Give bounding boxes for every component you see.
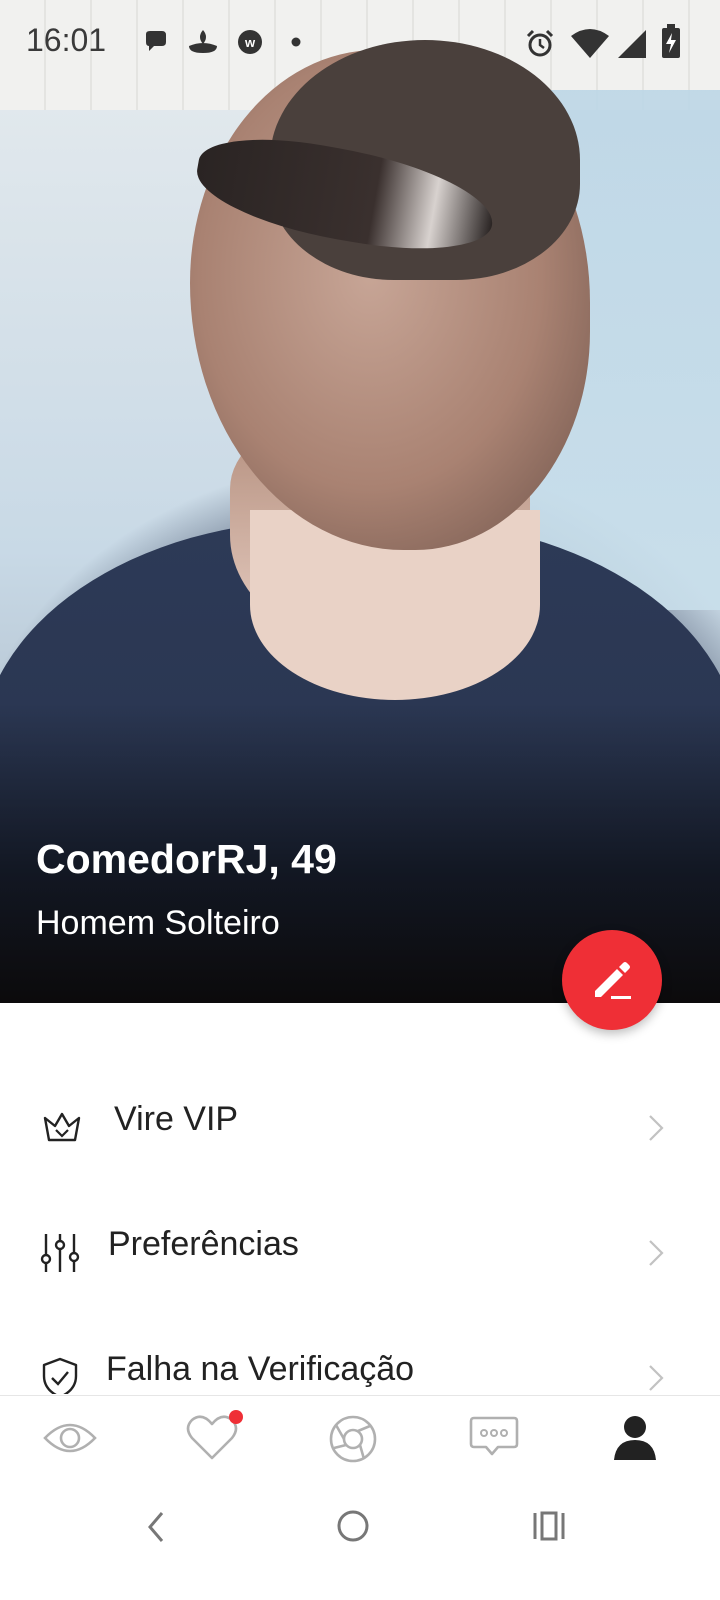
person-icon[interactable] xyxy=(612,1414,658,1462)
alarm-icon xyxy=(526,29,554,57)
w-circle-icon: w xyxy=(238,30,262,54)
home-icon[interactable] xyxy=(334,1507,372,1545)
eye-icon[interactable] xyxy=(42,1414,98,1462)
signal-icon xyxy=(618,30,646,58)
menu-item-vip[interactable]: Vire VIP xyxy=(0,1078,720,1178)
sliders-icon xyxy=(40,1234,80,1272)
chevron-right-icon xyxy=(649,1365,664,1391)
chat-bubble-icon xyxy=(146,31,166,51)
svg-text:w: w xyxy=(244,35,256,50)
crown-icon xyxy=(43,1112,81,1142)
chevron-right-icon xyxy=(649,1115,664,1141)
status-bar: 16:01 w xyxy=(0,0,720,86)
bottom-nav xyxy=(0,1395,720,1486)
back-icon[interactable] xyxy=(142,1509,170,1545)
recents-icon[interactable] xyxy=(532,1509,566,1543)
aperture-icon[interactable] xyxy=(328,1414,378,1464)
menu-item-label: Falha na Verificação xyxy=(106,1350,415,1388)
profile-relationship-status: Homem Solteiro xyxy=(36,904,280,942)
wifi-icon xyxy=(571,29,609,58)
status-time: 16:01 xyxy=(26,22,107,58)
menu-item-preferences[interactable]: Preferências xyxy=(0,1203,720,1303)
menu-item-label: Preferências xyxy=(108,1225,299,1263)
chat-icon[interactable] xyxy=(468,1414,520,1464)
profile-name-age: ComedorRJ, 49 xyxy=(36,836,337,882)
shield-check-icon xyxy=(42,1357,78,1394)
edit-profile-button[interactable] xyxy=(562,930,662,1030)
likes-notification-badge xyxy=(229,1410,243,1424)
santander-flame-icon xyxy=(189,30,217,53)
menu-item-verification[interactable]: Falha na Verificação xyxy=(0,1328,720,1394)
menu-item-label: Vire VIP xyxy=(114,1100,239,1138)
pencil-icon xyxy=(595,962,631,999)
dot-icon xyxy=(291,37,301,47)
battery-charging-icon xyxy=(662,24,680,58)
system-nav-bar xyxy=(0,1485,720,1600)
chevron-right-icon xyxy=(649,1240,664,1266)
